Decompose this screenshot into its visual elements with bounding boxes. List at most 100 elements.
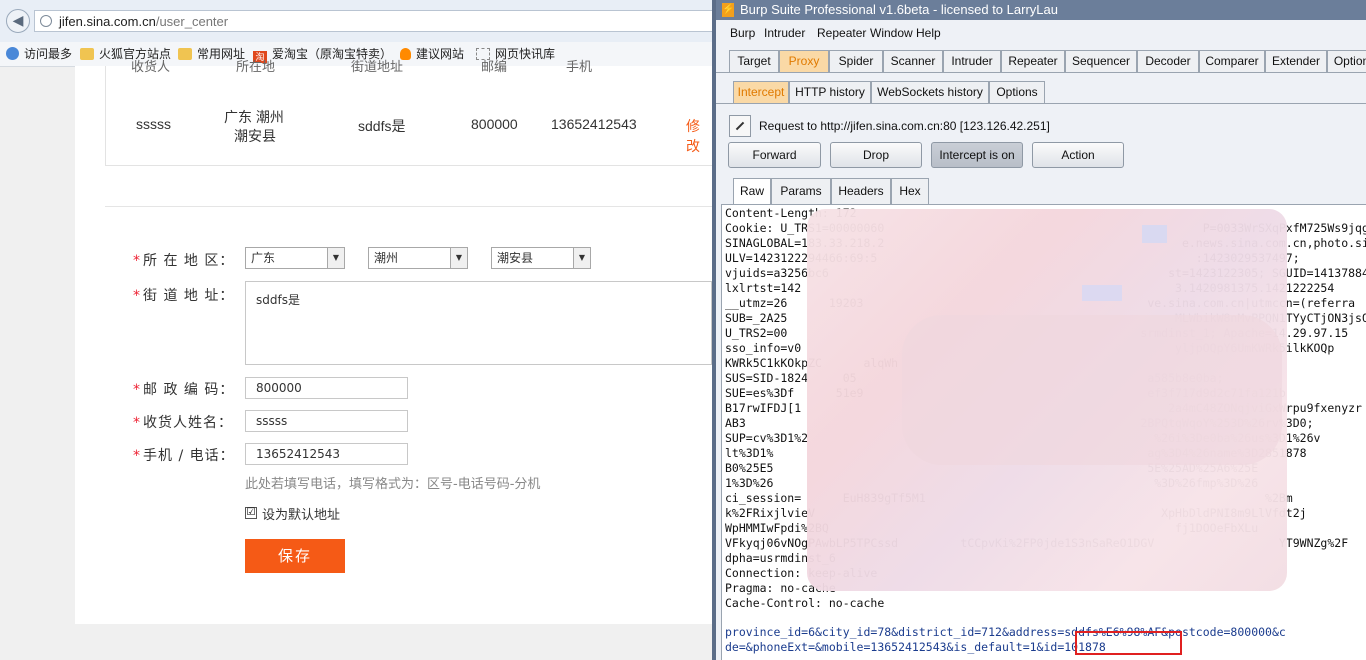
edit-address-link[interactable]: 修改 [686,116,713,156]
tab-separator [716,103,1366,104]
tab-target[interactable]: Target [729,50,779,72]
tab-extender[interactable]: Extender [1265,50,1327,72]
back-button[interactable]: ◀ [6,9,30,33]
required-star: * [133,448,140,464]
url-text: jifen.sina.com.cn/user_center [59,14,228,29]
forward-button[interactable]: Forward [728,142,821,168]
phone-hint: 此处若填写电话，填写格式为：区号-电话号码-分机 [245,477,541,492]
raw-request-editor[interactable]: Content-Length: 172Cookie: U_TRS1=000000… [721,204,1366,660]
tab-spider[interactable]: Spider [829,50,883,72]
required-star: * [133,253,140,269]
edit-pencil-icon[interactable] [729,115,751,137]
street-textarea[interactable]: sddfs是 [245,281,712,365]
gear-icon [6,47,19,60]
phone-input[interactable]: 13652412543 [245,443,408,465]
tab-options[interactable]: Options [1327,50,1366,72]
burp-logo-icon: ⚡ [722,3,735,17]
tab-sequencer[interactable]: Sequencer [1065,50,1137,72]
url-input[interactable]: jifen.sina.com.cn/user_center [34,10,724,32]
district-select[interactable]: 潮安县 ▼ [491,247,591,269]
chevron-down-icon: ▼ [327,248,344,268]
view-tab-headers[interactable]: Headers [831,178,891,204]
folder-icon [80,48,94,60]
subtab-options[interactable]: Options [989,81,1045,103]
url-domain: jifen.sina.com.cn [59,14,156,29]
bookmark-suggested[interactable]: 建议网站 [400,46,464,62]
request-body-line: de=&phoneExt=&mobile=13652412543&is_defa… [725,640,1106,654]
header-zip: 邮编 [481,60,508,75]
menu-repeater[interactable]: Repeater [817,26,866,40]
district-value: 潮安县 [497,251,534,265]
zip-label-text: 邮 政 编 码： [143,382,235,398]
default-address-label: 设为默认地址 [262,508,341,523]
city-select[interactable]: 潮州 ▼ [368,247,468,269]
intercept-toggle-button[interactable]: Intercept is on [931,142,1023,168]
row-street: sddfs是 [358,118,406,134]
divider [105,206,712,207]
name-input[interactable]: sssss [245,410,408,432]
bookmark-most-visited[interactable]: 访问最多 [6,46,72,62]
tab-intruder[interactable]: Intruder [943,50,1001,72]
street-label-text: 街 道 地 址： [143,288,235,304]
user-center-page: 收货人 所在地 街道地址 邮编 手机 sssss 广东 潮州 潮安县 sddfs… [75,60,714,624]
browser-window: ◀ jifen.sina.com.cn/user_center 访问最多 火狐官… [0,0,724,660]
save-button[interactable]: 保存 [245,539,345,573]
required-star: * [133,382,140,398]
view-tab-raw[interactable]: Raw [733,178,771,204]
header-street: 街道地址 [351,60,404,75]
tab-decoder[interactable]: Decoder [1137,50,1199,72]
subtab-websockets-history[interactable]: WebSockets history [871,81,989,103]
row-phone: 13652412543 [551,116,637,132]
redaction-blur [902,315,1282,465]
row-name: sssss [136,116,171,132]
menu-burp[interactable]: Burp [730,26,755,40]
address-bar: ◀ jifen.sina.com.cn/user_center [0,0,724,43]
view-tab-params[interactable]: Params [771,178,831,204]
view-tab-hex[interactable]: Hex [891,178,929,204]
phone-label: * 手机 / 电话： [133,445,235,465]
row-region-line1: 广东 潮州 [224,109,284,125]
request-header-line: Cache-Control: no-cache [725,596,885,610]
burp-window: ⚡ Burp Suite Professional v1.6beta - lic… [712,0,1366,660]
request-body-line: province_id=6&city_id=78&district_id=712… [725,625,1286,639]
name-label: * 收货人姓名： [133,412,233,432]
required-star: * [133,288,140,304]
burp-title: Burp Suite Professional v1.6beta - licen… [740,2,1058,17]
action-button[interactable]: Action [1032,142,1124,168]
burp-title-bar: ⚡ Burp Suite Professional v1.6beta - lic… [716,0,1366,20]
menu-intruder[interactable]: Intruder [764,26,805,40]
drop-button[interactable]: Drop [830,142,922,168]
folder-icon [178,48,192,60]
subtab-intercept[interactable]: Intercept [733,81,789,103]
tab-repeater[interactable]: Repeater [1001,50,1065,72]
default-address-checkbox[interactable]: ☑ [245,507,257,519]
row-region-line2: 潮安县 [234,128,276,144]
region-label-text: 所 在 地 区： [143,253,235,269]
header-region: 所在地 [236,60,276,75]
header-consignee: 收货人 [131,60,171,75]
province-select[interactable]: 广东 ▼ [245,247,345,269]
redaction-blur [1142,225,1167,243]
highlight-box [1075,631,1182,655]
tab-separator [716,72,1366,73]
tab-comparer[interactable]: Comparer [1199,50,1265,72]
bookmark-label: 访问最多 [24,47,73,61]
tab-proxy[interactable]: Proxy [779,50,829,72]
city-value: 潮州 [374,251,399,265]
globe-icon [40,15,52,27]
phone-label-text: 手机 / 电话： [143,448,235,464]
menu-help[interactable]: Help [916,26,941,40]
burp-menu-bar: Burp Intruder Repeater Window Help [716,24,1366,44]
subtab-http-history[interactable]: HTTP history [789,81,871,103]
required-star: * [133,415,140,431]
header-phone: 手机 [566,60,593,75]
zip-label: * 邮 政 编 码： [133,379,234,399]
zip-input[interactable]: 800000 [245,377,408,399]
tab-scanner[interactable]: Scanner [883,50,943,72]
menu-window[interactable]: Window [870,26,913,40]
chevron-down-icon: ▼ [573,248,590,268]
name-label-text: 收货人姓名： [143,415,233,431]
street-label: * 街 道 地 址： [133,285,234,305]
bookmark-common-urls[interactable]: 常用网址 [178,46,245,62]
bookmark-label: 建议网站 [416,47,465,61]
